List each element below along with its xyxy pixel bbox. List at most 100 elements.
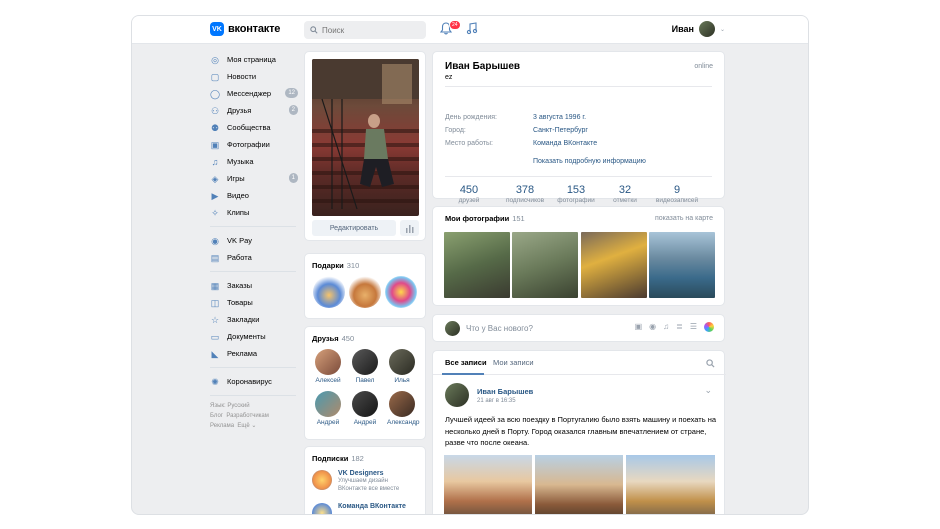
- counter-label: фотографии: [557, 197, 595, 204]
- search-icon[interactable]: [706, 359, 715, 368]
- color-palette-icon[interactable]: [704, 322, 714, 332]
- friend-item[interactable]: Илья: [387, 349, 417, 384]
- sidebar-item-news[interactable]: ▢ Новости: [210, 68, 300, 85]
- sidebar-item-message[interactable]: ◯ Мессенджер 12: [210, 85, 300, 102]
- subs-title-text: Подписки: [312, 454, 349, 463]
- post-photo[interactable]: [626, 455, 715, 514]
- post-author[interactable]: Иван Барышев: [477, 387, 533, 396]
- subs-title[interactable]: Подписки 182: [312, 454, 364, 463]
- poll-icon[interactable]: ≣: [676, 322, 683, 332]
- counter-tags[interactable]: 32 отметки: [597, 184, 653, 204]
- search-box[interactable]: [304, 21, 426, 39]
- photo-thumbnail[interactable]: [649, 232, 715, 298]
- photo-thumbnail[interactable]: [581, 232, 647, 298]
- show-on-map-link[interactable]: показать на карте: [655, 215, 713, 222]
- profile-status[interactable]: ez: [445, 74, 452, 81]
- user-menu[interactable]: Иван ⌄: [672, 21, 725, 37]
- sidebar-item-photo[interactable]: ▣ Фотографии: [210, 136, 300, 153]
- music-player-button[interactable]: [466, 22, 480, 38]
- vkpay-icon: ◉: [211, 235, 219, 246]
- search-input[interactable]: [322, 25, 422, 35]
- sidebar-item-vkpay[interactable]: ◉ VK Pay: [210, 232, 300, 249]
- photo-thumbnail[interactable]: [512, 232, 578, 298]
- avatar[interactable]: [445, 383, 469, 407]
- sidebar-item-virus[interactable]: ✺ Коронавирус: [210, 373, 300, 390]
- counter-followers[interactable]: 378 подписчиков: [497, 184, 553, 204]
- sidebar-item-label: Заказы: [227, 281, 253, 290]
- post-composer[interactable]: Что у Вас нового? ▣ ◉ ♫ ≣ ☰: [432, 314, 725, 342]
- music-note-icon[interactable]: ♫: [663, 322, 669, 332]
- sidebar-item-communities[interactable]: ⚉ Сообщества: [210, 119, 300, 136]
- post-date[interactable]: 21 авг в 16:35: [477, 398, 516, 404]
- profile-photo[interactable]: [312, 59, 419, 216]
- counter-value: 450: [459, 184, 479, 196]
- info-value[interactable]: Санкт-Петербург: [533, 127, 588, 134]
- post-photo[interactable]: [444, 455, 532, 514]
- photo-thumbnail[interactable]: [444, 232, 510, 298]
- sidebar-item-music[interactable]: ♫ Музыка: [210, 153, 300, 170]
- sidebar-item-label: Товары: [227, 298, 253, 307]
- communities-icon: ⚉: [210, 122, 220, 133]
- post-photo[interactable]: [535, 455, 623, 514]
- friend-item[interactable]: Андрей: [313, 391, 343, 426]
- news-icon: ▢: [210, 71, 220, 82]
- friends-title[interactable]: Друзья 450: [312, 334, 354, 343]
- edit-profile-button[interactable]: Редактировать: [312, 220, 396, 236]
- counter-friends[interactable]: 450 друзей: [441, 184, 497, 204]
- photos-count: 151: [512, 214, 525, 223]
- subscription-item[interactable]: VK Designers Улучшаем дизайн ВКонтакте в…: [312, 470, 399, 493]
- gift-item[interactable]: [385, 276, 417, 308]
- show-more-info-link[interactable]: Показать подробную информацию: [533, 158, 646, 165]
- subscription-item[interactable]: Команда ВКонтакте: [312, 503, 406, 514]
- photos-title[interactable]: Мои фотографии 151: [445, 214, 525, 223]
- composer-placeholder[interactable]: Что у Вас нового?: [466, 324, 533, 333]
- sidebar-item-games[interactable]: ◈ Игры 1: [210, 170, 300, 187]
- video-icon[interactable]: ◉: [649, 322, 656, 332]
- sidebar-item-bookmark[interactable]: ☆ Закладки: [210, 311, 300, 328]
- photos-title-text: Мои фотографии: [445, 214, 510, 223]
- my-photos-card: Мои фотографии 151 показать на карте: [432, 206, 725, 306]
- stats-button[interactable]: [400, 220, 419, 236]
- notifications-button[interactable]: 24: [439, 20, 461, 38]
- sidebar-item-goods[interactable]: ◫ Товары: [210, 294, 300, 311]
- blog-link[interactable]: Блог: [210, 413, 223, 419]
- profile-name: Иван Барышев: [445, 61, 521, 72]
- gift-item[interactable]: [313, 276, 345, 308]
- friend-item[interactable]: Павел: [350, 349, 380, 384]
- sidebar-item-friends[interactable]: ⚇ Друзья 2: [210, 102, 300, 119]
- sidebar-item-label: Фотографии: [227, 140, 270, 149]
- sidebar-item-ads[interactable]: ◣ Реклама: [210, 345, 300, 362]
- vk-logo[interactable]: VK вконтакте: [210, 22, 280, 36]
- more-link[interactable]: Ещё ⌄: [237, 423, 256, 429]
- friend-name: Алексей: [315, 377, 341, 384]
- article-icon[interactable]: ☰: [690, 322, 697, 332]
- info-value[interactable]: Команда ВКонтакте: [533, 140, 597, 147]
- sidebar-item-user-circle[interactable]: ◎ Моя страница: [210, 51, 300, 68]
- camera-icon[interactable]: ▣: [635, 322, 643, 332]
- sidebar-item-orders[interactable]: ▦ Заказы: [210, 277, 300, 294]
- ads-link[interactable]: Реклама: [210, 423, 234, 429]
- sidebar-item-label: Закладки: [227, 315, 260, 324]
- sidebar-item-docs[interactable]: ▭ Документы: [210, 328, 300, 345]
- sidebar-item-clips[interactable]: ✧ Клипы: [210, 204, 300, 221]
- divider: [445, 86, 712, 87]
- friend-item[interactable]: Алексей: [313, 349, 343, 384]
- avatar: [352, 349, 378, 375]
- counter-videos[interactable]: 9 видеозаписей: [649, 184, 705, 204]
- sidebar-item-label: Игры: [227, 174, 245, 183]
- gift-item[interactable]: [349, 276, 381, 308]
- chevron-down-icon[interactable]: ⌄: [704, 385, 712, 396]
- sidebar-item-label: Сообщества: [227, 123, 271, 132]
- language-link[interactable]: Язык: Русский: [210, 401, 300, 411]
- counter-photos[interactable]: 153 фотографии: [548, 184, 604, 204]
- sidebar-item-video[interactable]: ▶ Видео: [210, 187, 300, 204]
- friend-item[interactable]: Андрей: [350, 391, 380, 426]
- info-value[interactable]: 3 августа 1996 г.: [533, 114, 586, 121]
- profile-info-card: Иван Барышев ez online День рождения: 3 а…: [432, 51, 725, 204]
- tab-all-posts[interactable]: Все записи: [445, 358, 487, 367]
- sidebar-item-work[interactable]: ▤ Работа: [210, 249, 300, 266]
- developers-link[interactable]: Разработчикам: [226, 413, 269, 419]
- gifts-title[interactable]: Подарки 310: [312, 261, 359, 270]
- friend-item[interactable]: Александр: [387, 391, 420, 426]
- tab-my-posts[interactable]: Мои записи: [493, 358, 534, 367]
